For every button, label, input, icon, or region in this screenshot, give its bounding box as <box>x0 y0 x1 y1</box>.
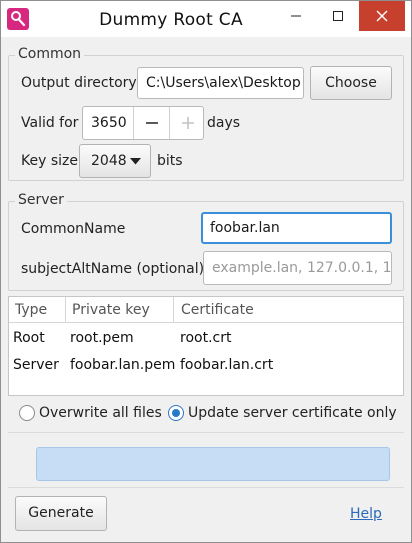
close-button[interactable] <box>359 1 405 31</box>
key-size-dropdown[interactable]: 2048 <box>79 144 151 178</box>
progress-bar <box>36 447 390 481</box>
row-certificate: root.crt <box>180 330 232 346</box>
key-size-label: Key size <box>21 153 78 169</box>
divider <box>8 432 404 433</box>
subject-alt-name-field[interactable]: example.lan, 127.0.0.1, 1... <box>203 251 392 285</box>
valid-for-label: Valid for <box>21 115 79 131</box>
minus-icon <box>145 122 158 124</box>
row-type: Root <box>13 330 45 346</box>
row-private-key: foobar.lan.pem <box>70 357 176 373</box>
update-server-only-radio[interactable] <box>168 405 184 421</box>
row-certificate: foobar.lan.crt <box>180 357 274 373</box>
output-directory-label: Output directory <box>21 75 137 91</box>
help-link[interactable]: Help <box>350 506 382 522</box>
valid-for-stepper[interactable]: 3650 <box>82 106 204 140</box>
maximize-button[interactable] <box>317 1 359 31</box>
update-server-only-label[interactable]: Update server certificate only <box>188 405 397 421</box>
decrement-button[interactable] <box>133 107 169 139</box>
app-window: Dummy Root CA Common Output directory C:… <box>0 0 412 543</box>
overwrite-all-radio[interactable] <box>19 405 35 421</box>
title-bar[interactable]: Dummy Root CA <box>1 1 411 37</box>
column-header-type[interactable]: Type <box>15 302 47 318</box>
table-header: Type Private key Certificate <box>9 297 403 323</box>
row-private-key: root.pem <box>70 330 134 346</box>
generate-button[interactable]: Generate <box>15 496 107 531</box>
bits-label: bits <box>157 153 183 169</box>
maximize-icon <box>333 11 343 21</box>
server-legend: Server <box>15 192 67 208</box>
minimize-button[interactable] <box>275 1 317 31</box>
choose-button[interactable]: Choose <box>310 66 392 100</box>
column-divider[interactable] <box>65 297 66 323</box>
common-legend: Common <box>15 46 85 62</box>
common-name-label: CommonName <box>21 221 126 237</box>
close-icon <box>376 10 388 22</box>
chevron-down-icon <box>130 158 141 165</box>
row-type: Server <box>13 357 59 373</box>
files-table: Type Private key Certificate Root root.p… <box>8 296 404 396</box>
valid-for-value[interactable]: 3650 <box>83 107 133 139</box>
common-name-field[interactable]: foobar.lan <box>201 212 392 244</box>
divider <box>8 487 404 488</box>
output-directory-field[interactable]: C:\Users\alex\Desktop <box>137 67 304 99</box>
column-header-private-key[interactable]: Private key <box>72 302 150 318</box>
overwrite-all-label[interactable]: Overwrite all files <box>39 405 162 421</box>
key-size-value: 2048 <box>91 153 127 169</box>
plus-icon <box>181 117 194 129</box>
increment-button[interactable] <box>169 107 203 139</box>
subject-alt-name-label: subjectAltName (optional) <box>21 261 205 277</box>
days-label: days <box>207 115 241 131</box>
column-divider[interactable] <box>173 297 174 323</box>
minimize-icon <box>291 15 301 17</box>
main-content: Common Output directory C:\Users\alex\De… <box>8 37 404 537</box>
column-header-certificate[interactable]: Certificate <box>181 302 254 318</box>
